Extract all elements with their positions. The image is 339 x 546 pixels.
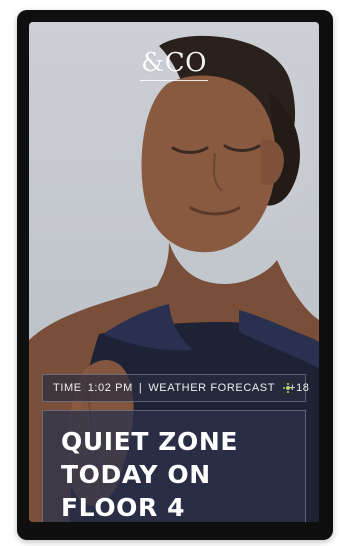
message-panel: QUIET ZONE TODAY ON FLOOR 4: [42, 410, 306, 522]
time-weather-bar: TIME 1:02 PM | WEATHER FORECAST +18: [42, 374, 310, 402]
display-frame: &CO TIME 1:02 PM | WEATHER FORECAST +18 …: [17, 10, 333, 540]
weather-label: WEATHER FORECAST: [148, 382, 276, 394]
brand-logo: &CO: [141, 48, 207, 78]
logo-underline: [140, 80, 208, 81]
time-label: TIME: [53, 382, 82, 394]
screen: &CO TIME 1:02 PM | WEATHER FORECAST +18 …: [29, 22, 319, 522]
temperature-value: +18: [289, 382, 310, 394]
message-line-2: TODAY ON: [61, 460, 211, 489]
message-line-1: QUIET ZONE: [61, 427, 239, 456]
separator: |: [138, 382, 143, 394]
message-line-3: FLOOR 4: [61, 493, 186, 522]
time-value: 1:02 PM: [87, 382, 133, 394]
